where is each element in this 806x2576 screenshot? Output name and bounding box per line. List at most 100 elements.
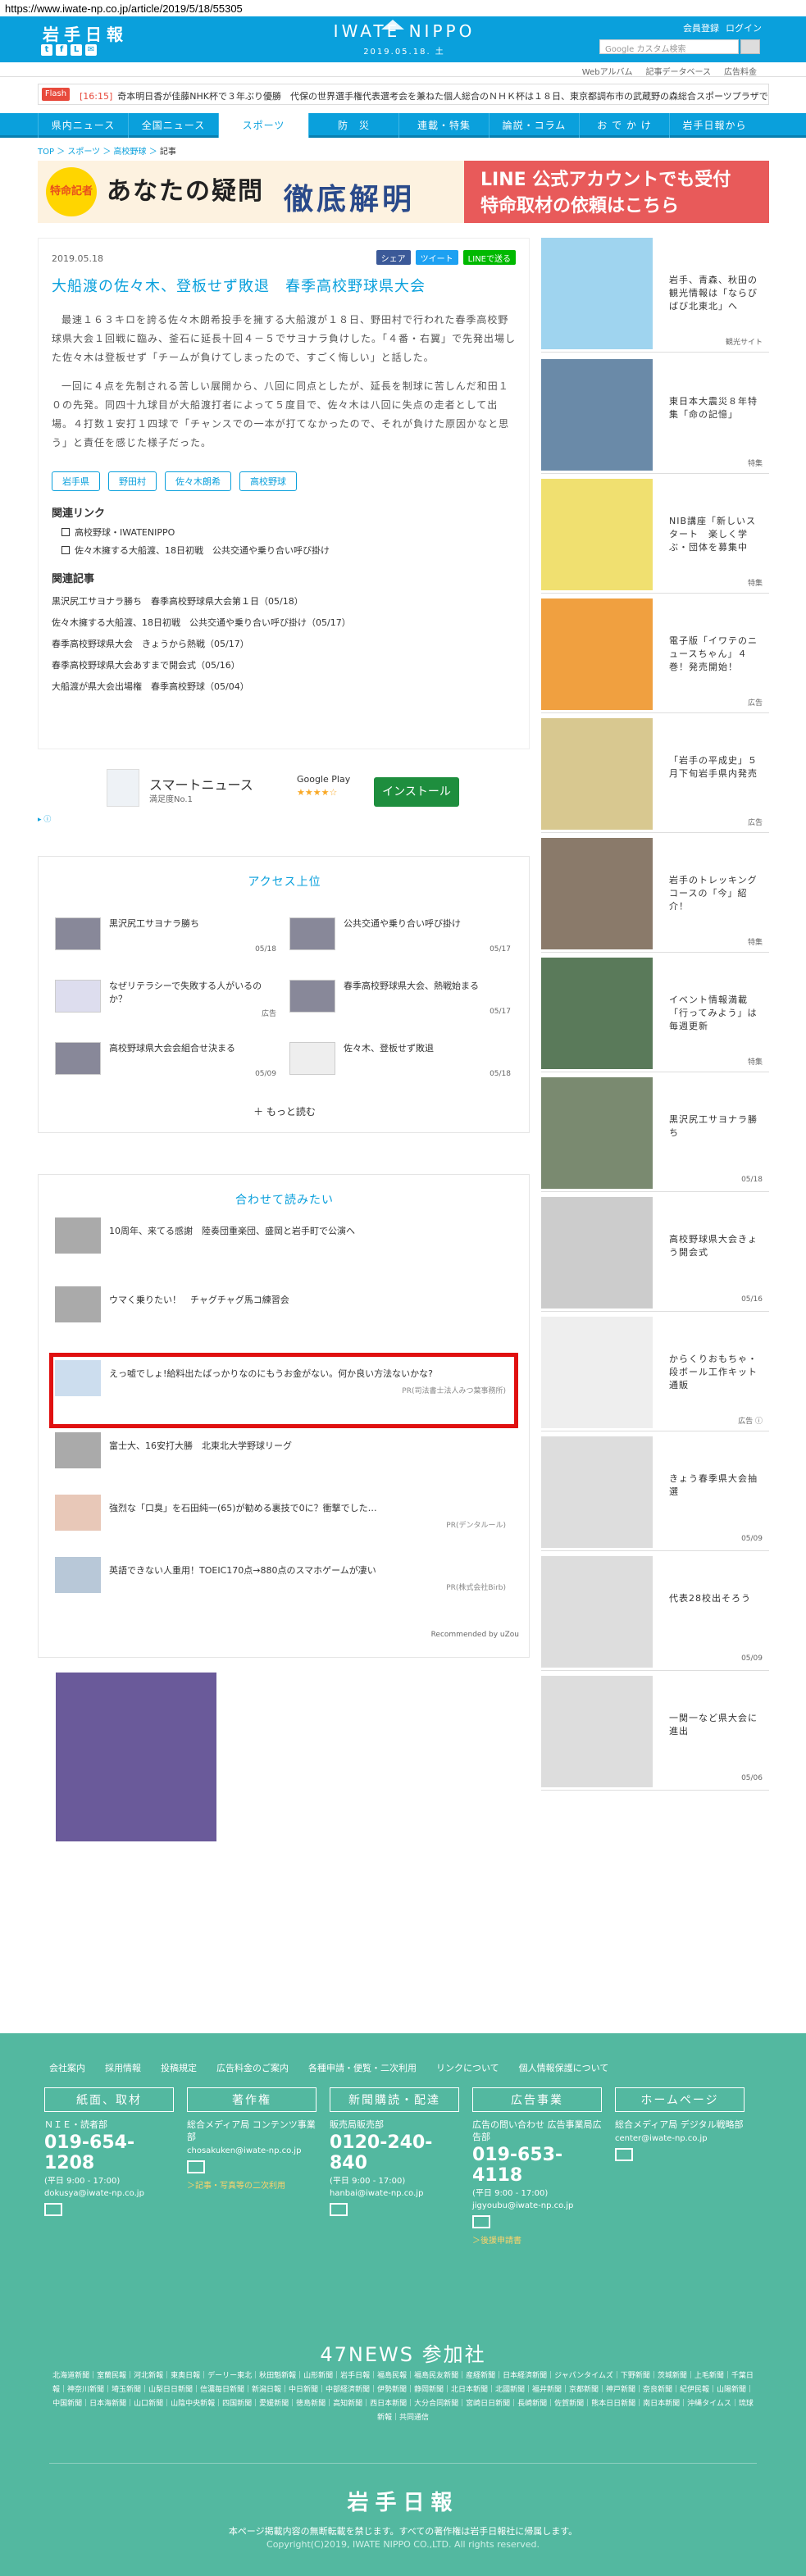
url-bar[interactable]: https://www.iwate-np.co.jp/article/2019/… (0, 0, 806, 16)
email-link[interactable]: jigyoubu@iwate-np.co.jp (472, 2201, 602, 2210)
mail-icon[interactable]: ✉ (85, 44, 97, 56)
related-link[interactable]: 佐々木擁する大船渡、18日初戦 公共交通や乗り合い呼び掛け (61, 542, 330, 560)
mail-icon[interactable] (187, 2160, 205, 2173)
nav-local-news[interactable]: 県内ニュース (38, 113, 128, 138)
smartnews-ad[interactable]: スマートニュース 満足度No.1 Google Play ★★★★☆ インストー… (38, 754, 530, 824)
nav-outings[interactable]: お で か け (579, 113, 669, 138)
side-item[interactable]: 黒沢尻工サヨナラ勝ち 05/18 (541, 1077, 769, 1192)
recommend-item[interactable]: 強烈な「口臭」を石田純一(65)が勧める裏技で0に？衝撃でした… PR(デンタルー… (55, 1495, 514, 1541)
mail-icon[interactable] (615, 2148, 633, 2161)
footer-link[interactable]: 各種申請・便覧・二次利用 (308, 2061, 417, 2074)
tag[interactable]: 高校野球 (239, 471, 297, 491)
register-link[interactable]: 会員登録 (683, 21, 719, 34)
recommend-item[interactable]: 英語できない人重用！TOEIC170点→880点のスマホゲームが凄い PR(株式会… (55, 1557, 514, 1603)
side-item[interactable]: 高校野球県大会きょう開会式 05/16 (541, 1197, 769, 1312)
crumb-sports[interactable]: スポーツ (67, 148, 100, 157)
search-button[interactable] (740, 39, 760, 54)
facebook-icon[interactable]: f (56, 44, 67, 56)
member-papers[interactable]: 北海道新聞｜室蘭民報｜河北新報｜東奥日報｜デーリー東北｜秋田魁新報｜山形新聞｜岩… (49, 2369, 757, 2425)
recommend-item[interactable]: 富士大、16安打大勝 北東北大学野球リーグ (55, 1432, 514, 1478)
footer-link[interactable]: 個人情報保護について (519, 2061, 609, 2074)
related-link[interactable]: 高校野球・IWATENIPPO (61, 524, 330, 542)
ranking-item[interactable]: 高校野球県大会会組合せ決まる 05/09 (55, 1042, 276, 1086)
footer-logo[interactable]: 岩手日報 (0, 2486, 806, 2516)
tag[interactable]: 岩手県 (52, 471, 100, 491)
footer-link[interactable]: 会社案内 (49, 2061, 85, 2074)
tag[interactable]: 野田村 (108, 471, 157, 491)
footer-link[interactable]: 投稿規定 (161, 2061, 197, 2074)
mail-icon[interactable] (330, 2203, 348, 2216)
flash-text[interactable]: 奇本明日香が佳藤NHK杯で３年ぶり優勝 代保の世界選手権代表選考会を兼ねた個人総… (117, 91, 768, 102)
ranking-item[interactable]: 黒沢尻工サヨナラ勝ち 05/18 (55, 917, 276, 962)
nav-sports[interactable]: スポーツ (218, 113, 308, 138)
side-item[interactable]: 「岩手の平成史」５月下旬岩手県内発売 広告 (541, 718, 769, 833)
article-db-link[interactable]: 記事データベース (646, 65, 712, 77)
related-article[interactable]: 春季高校野球県大会 きょうから熱戦（05/17） (52, 634, 351, 655)
ranking-item[interactable]: 佐々木、登板せず敗退 05/18 (289, 1042, 511, 1086)
mail-icon[interactable] (472, 2215, 490, 2228)
newspaper-logo[interactable]: 岩手日報 (43, 21, 128, 45)
nav-features[interactable]: 連載・特集 (398, 113, 489, 138)
related-article[interactable]: 春季高校野球県大会あすまで開会式（05/16） (52, 655, 351, 676)
related-article[interactable]: 佐々木擁する大船渡、18日初戦 公共交通や乗り合い呼び掛け（05/17） (52, 612, 351, 634)
twitter-share-button[interactable]: ツイート (415, 250, 458, 265)
footer-notice: 本ページ掲載内容の無断転載を禁じます。すべての著作権は岩手日報社に帰属します。 (228, 2526, 578, 2537)
ad-info-icon[interactable]: ▸ ⓘ (38, 813, 51, 824)
side-item[interactable]: きょう春季県大会抽選 05/09 (541, 1436, 769, 1551)
facebook-share-button[interactable]: シェア (376, 250, 411, 265)
tokumei-banner[interactable]: 特命記者 あなたの疑問 徹底解明 LINE 公式アカウントでも受付 特命取材の依… (38, 161, 769, 223)
ranking-item[interactable]: なぜリテラシーで失敗する人がいるのか？ 広告 (55, 980, 276, 1024)
secondary-use-link[interactable]: ＞記事・写真等の二次利用 (187, 2178, 316, 2191)
tag[interactable]: 佐々木朗希 (165, 471, 231, 491)
email-link[interactable]: hanbai@iwate-np.co.jp (330, 2189, 459, 2198)
site-logo[interactable]: IWATE NIPPO 2019.05.18. 土 (322, 20, 486, 57)
email-link[interactable]: dokusya@iwate-np.co.jp (44, 2189, 174, 2198)
ranking-item[interactable]: 公共交通や乗り合い呼び掛け 05/17 (289, 917, 511, 962)
article-title: 大船渡の佐々木、登板せず敗退 春季高校野球県大会 (52, 278, 426, 295)
line-icon[interactable]: L (71, 44, 82, 56)
related-article[interactable]: 大船渡が県大会出場権 春季高校野球（05/04） (52, 676, 351, 698)
side-item[interactable]: 一関一など県大会に進出 05/06 (541, 1676, 769, 1791)
twitter-icon[interactable]: t (41, 44, 52, 56)
thumbnail (55, 1286, 101, 1322)
related-links-heading: 関連リンク (52, 507, 106, 520)
recommend-item[interactable]: ウマく乗りたい！ チャグチャグ馬コ練習会 (55, 1286, 514, 1332)
related-article[interactable]: 黒沢尻工サヨナラ勝ち 春季高校野球県大会第１日（05/18） (52, 591, 351, 612)
read-more-button[interactable]: ＋ もっと読む (39, 1104, 531, 1118)
side-item[interactable]: イベント情報満載「行ってみよう」は毎週更新 特集 (541, 958, 769, 1072)
side-item[interactable]: NIB講座「新しいスタート 楽しく学ぶ・団体を募集中 特集 (541, 479, 769, 594)
footer-link[interactable]: 広告料金のご案内 (216, 2061, 289, 2074)
email-link[interactable]: center@iwate-np.co.jp (615, 2134, 745, 2143)
footer-link[interactable]: 採用情報 (105, 2061, 141, 2074)
recommend-item[interactable]: 10周年、来てる感謝 陸奏団重楽団、盛岡と岩手町で公演へ (55, 1217, 514, 1263)
ad-rates-link[interactable]: 広告料金 (724, 65, 757, 77)
manga-ad[interactable] (56, 1673, 216, 1841)
side-item[interactable]: 岩手、青森、秋田の観光情報は「ならびばび北東北」へ 観光サイト (541, 238, 769, 353)
mail-icon[interactable] (44, 2203, 62, 2216)
footer-link[interactable]: リンクについて (436, 2061, 499, 2074)
crumb-baseball[interactable]: 高校野球 (114, 148, 147, 157)
flash-news[interactable]: Flash [16:15] 奇本明日香が佳藤NHK杯で３年ぶり優勝 代保の世界選手… (38, 84, 769, 105)
side-item[interactable]: 岩手のトレッキングコースの「今」紹介！ 特集 (541, 838, 769, 953)
web-album-link[interactable]: Webアルバム (582, 65, 633, 77)
nav-disaster[interactable]: 防 災 (308, 113, 398, 138)
install-button[interactable]: インストール (374, 777, 459, 807)
login-link[interactable]: ログイン (726, 21, 762, 34)
side-item[interactable]: 電子版「イワテのニュースちゃん」４巻！発売開始！ 広告 (541, 598, 769, 713)
line-share-button[interactable]: LINEで送る (462, 250, 516, 265)
ranking-title: アクセス上位 (248, 876, 321, 889)
nav-national-news[interactable]: 全国ニュース (128, 113, 218, 138)
ranking-item[interactable]: 春季高校野球県大会、熱戦始まる 05/17 (289, 980, 511, 1024)
side-item[interactable]: からくりおもちゃ・段ボール工作キット通販 広告 ⓘ (541, 1317, 769, 1431)
thumbnail (541, 718, 653, 830)
email-link[interactable]: chosakuken@iwate-np.co.jp (187, 2146, 316, 2155)
nav-columns[interactable]: 論説・コラム (489, 113, 579, 138)
sponsorship-link[interactable]: ＞後援申請書 (472, 2233, 602, 2246)
crumb-top[interactable]: TOP (38, 148, 54, 157)
side-item[interactable]: 代表28校出そろう 05/09 (541, 1556, 769, 1671)
article-paragraph: 一回に４点を先制される苦しい展開から、八回に同点としたが、延長を制球に苦しんだ和… (52, 380, 510, 448)
nav-from-iwate-nippo[interactable]: 岩手日報から (669, 113, 759, 138)
recommend-credit[interactable]: Recommended by uZou (431, 1631, 519, 1639)
search-input[interactable]: Google カスタム検索 (599, 39, 739, 54)
side-item[interactable]: 東日本大震災８年特集「命の記憶」 特集 (541, 359, 769, 474)
